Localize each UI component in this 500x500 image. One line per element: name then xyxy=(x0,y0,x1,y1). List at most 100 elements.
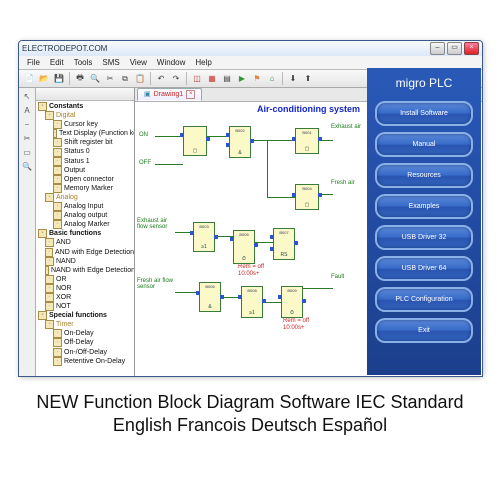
block[interactable]: B005⏱ xyxy=(233,230,255,264)
print-icon[interactable]: 🖶 xyxy=(73,72,87,86)
install-button[interactable]: Install Software xyxy=(375,101,473,126)
tree-item[interactable]: Output xyxy=(64,166,85,175)
tree-item[interactable]: Memory Marker xyxy=(64,184,113,193)
label-exhaust: Exhaust air xyxy=(331,124,361,130)
tree-item[interactable]: Status 0 xyxy=(64,147,90,156)
label-rem2: Rem = off xyxy=(283,318,309,324)
tree-item[interactable]: NAND with Edge Detection xyxy=(51,266,135,275)
menu-edit[interactable]: Edit xyxy=(45,58,69,67)
separator xyxy=(186,72,187,85)
minimize-button[interactable]: – xyxy=(430,42,445,55)
tree-item[interactable]: NOT xyxy=(56,302,71,311)
plc-config-button[interactable]: PLC Configuration xyxy=(375,287,473,312)
block[interactable]: B006& xyxy=(199,282,221,312)
close-tab-icon[interactable]: × xyxy=(186,90,195,99)
tree-item[interactable]: XOR xyxy=(56,293,71,302)
tree-basic[interactable]: Basic functions xyxy=(49,229,101,238)
cut-icon[interactable]: ✂ xyxy=(103,72,117,86)
tree-item[interactable]: Analog Input xyxy=(64,202,103,211)
tree-item[interactable]: Text Display (Function keys) xyxy=(59,129,135,138)
tree-constants[interactable]: Constants xyxy=(49,102,83,111)
scissors-icon[interactable]: ✂ xyxy=(22,133,33,144)
tree-header xyxy=(36,88,134,101)
tree-item[interactable]: Retentive On-Delay xyxy=(64,357,125,366)
tree-item[interactable]: AND xyxy=(56,238,71,247)
preview-icon[interactable]: 🔍 xyxy=(88,72,102,86)
tree-item[interactable]: NAND xyxy=(56,257,76,266)
label-time2: 10:00s+ xyxy=(283,325,305,331)
caption-line1: NEW Function Block Diagram Software IEC … xyxy=(2,392,498,413)
tree-digital[interactable]: Digital xyxy=(56,111,75,120)
tree-item[interactable]: On-Delay xyxy=(64,329,94,338)
tree-special[interactable]: Special functions xyxy=(49,311,107,320)
exit-button[interactable]: Exit xyxy=(375,318,473,343)
tree-item[interactable]: Open connector xyxy=(64,175,114,184)
glass-icon[interactable]: 🔍 xyxy=(22,161,33,172)
caption-line2: English Francois Deutsch Español xyxy=(2,415,498,436)
menu-window[interactable]: Window xyxy=(152,58,190,67)
save-icon[interactable]: 💾 xyxy=(52,72,66,86)
tree-item[interactable]: Off-Delay xyxy=(64,338,93,347)
paste-icon[interactable]: 📋 xyxy=(133,72,147,86)
examples-button[interactable]: Examples xyxy=(375,194,473,219)
usb64-button[interactable]: USB Driver 64 xyxy=(375,256,473,281)
block[interactable]: B008≥1 xyxy=(241,286,263,318)
tree-item[interactable]: On-/Off-Delay xyxy=(64,348,107,357)
maximize-button[interactable]: ▭ xyxy=(447,42,462,55)
tree-item[interactable]: Shift register bit xyxy=(64,138,113,147)
tree-item[interactable]: NOR xyxy=(56,284,72,293)
tree-item[interactable]: Cursor key xyxy=(64,120,98,129)
new-icon[interactable]: 📄 xyxy=(22,72,36,86)
flag-icon[interactable]: ⚑ xyxy=(250,72,264,86)
tree-item[interactable]: Analog output xyxy=(64,211,107,220)
tree-item[interactable]: Status 1 xyxy=(64,157,90,166)
tree-pane[interactable]: -Constants -Digital ·Cursor key ·Text Di… xyxy=(36,88,135,377)
separator xyxy=(150,72,151,85)
tool-palette: ↖ A ⎯ ✂ ▭ 🔍 xyxy=(19,88,36,377)
label-fresh: Fresh air xyxy=(331,180,355,186)
copy-icon[interactable]: ⧉ xyxy=(118,72,132,86)
tree-item[interactable]: Analog Marker xyxy=(64,220,110,229)
usb32-button[interactable]: USB Driver 32 xyxy=(375,225,473,250)
manual-button[interactable]: Manual xyxy=(375,132,473,157)
undo-icon[interactable]: ↶ xyxy=(154,72,168,86)
layout-icon[interactable]: ▦ xyxy=(205,72,219,86)
label-time: 10:00s+ xyxy=(238,271,260,277)
menu-help[interactable]: Help xyxy=(190,58,216,67)
run-icon[interactable]: ▶ xyxy=(235,72,249,86)
open-icon[interactable]: 📂 xyxy=(37,72,51,86)
download-icon[interactable]: ⬇ xyxy=(286,72,300,86)
block[interactable]: ▢ xyxy=(183,126,207,156)
block[interactable]: B007RS xyxy=(273,228,295,260)
wire-tool-icon[interactable]: ⎯ xyxy=(22,119,33,130)
caption: NEW Function Block Diagram Software IEC … xyxy=(0,390,500,438)
tree-item[interactable]: AND with Edge Detection xyxy=(55,248,134,257)
tree-analog[interactable]: Analog xyxy=(56,193,78,202)
align-icon[interactable]: ◫ xyxy=(190,72,204,86)
tree-item[interactable]: OR xyxy=(56,275,67,284)
house-icon[interactable]: ⌂ xyxy=(265,72,279,86)
text-tool-icon[interactable]: A xyxy=(22,105,33,116)
label-rem: Rem = off xyxy=(238,264,264,270)
menu-tools[interactable]: Tools xyxy=(69,58,98,67)
block-tool-icon[interactable]: ▭ xyxy=(22,147,33,158)
resources-button[interactable]: Resources xyxy=(375,163,473,188)
block[interactable]: B001▢ xyxy=(295,128,319,154)
menu-sms[interactable]: SMS xyxy=(97,58,124,67)
block[interactable]: B004▢ xyxy=(295,184,319,210)
redo-icon[interactable]: ↷ xyxy=(169,72,183,86)
tree-timer[interactable]: Timer xyxy=(56,320,74,329)
grid-icon[interactable]: ▤ xyxy=(220,72,234,86)
close-button[interactable]: × xyxy=(464,42,479,55)
menu-view[interactable]: View xyxy=(125,58,152,67)
block[interactable]: B003≥1 xyxy=(193,222,215,252)
block[interactable]: B009⏱ xyxy=(281,286,303,318)
label-off: OFF xyxy=(139,160,151,166)
titlebar[interactable]: ELECTRODEPOT.COM – ▭ × xyxy=(19,41,482,56)
upload-icon[interactable]: ⬆ xyxy=(301,72,315,86)
panel-title: migro PLC xyxy=(396,76,453,90)
pointer-icon[interactable]: ↖ xyxy=(22,91,33,102)
block[interactable]: B002& xyxy=(229,126,251,158)
menu-file[interactable]: File xyxy=(22,58,45,67)
tab-drawing1[interactable]: ▣Drawing1× xyxy=(137,88,202,101)
